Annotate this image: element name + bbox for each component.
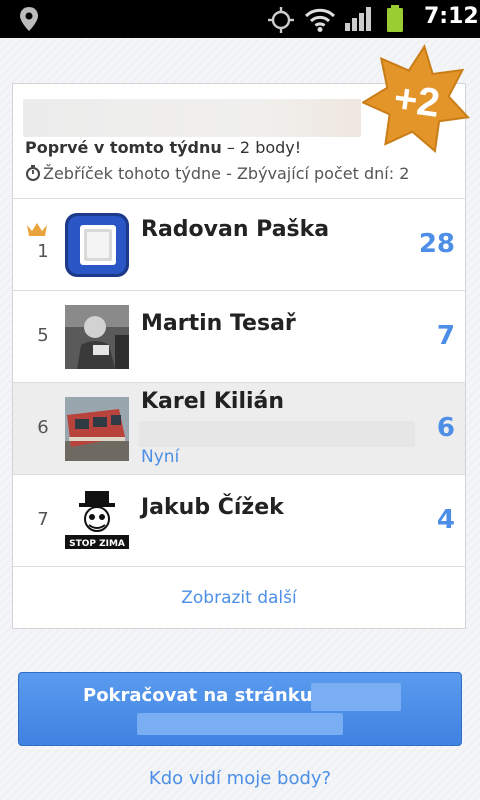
avatar (65, 213, 129, 277)
leaderboard-row-current-user[interactable]: 6 Karel Kilián Nyní 6 (13, 382, 465, 474)
leaderboard-row[interactable]: 1 Radovan Paška 28 (13, 198, 465, 290)
rank-number: 1 (37, 241, 49, 262)
blurred-page-name-2 (137, 713, 343, 735)
who-sees-points-link[interactable]: Kdo vidí moje body? (0, 768, 480, 789)
rank-number: 6 (37, 417, 49, 438)
rank-number: 7 (37, 509, 49, 530)
first-week-text: Poprvé v tomto týdnu – 2 body! (25, 138, 302, 157)
status-bar: 7:12 (0, 0, 480, 38)
avatar-caption: STOP ZIMA (69, 539, 125, 549)
clock: 7:12 (424, 4, 479, 29)
badge-text: +2 (391, 76, 442, 126)
user-name: Radovan Paška (141, 217, 330, 242)
user-name: Martin Tesař (141, 311, 296, 336)
battery-icon (387, 5, 403, 32)
continue-button[interactable]: Pokračovat na stránku (18, 672, 462, 746)
gps-icon (268, 7, 294, 33)
user-name: Jakub Čížek (141, 495, 284, 520)
score: 28 (418, 229, 455, 259)
leaderboard-row[interactable]: 7 STOP ZIMA Jakub Čížek 4 (13, 474, 465, 566)
blurred-status (139, 421, 415, 447)
signal-strength-icon (345, 7, 371, 31)
score: 6 (436, 413, 455, 443)
crown-icon (27, 223, 47, 236)
leaderboard-card: Poprvé v tomto týdnu – 2 body! Žebříček … (12, 83, 466, 629)
score: 4 (436, 505, 455, 535)
location-pin-icon (20, 7, 38, 31)
blurred-title (23, 99, 361, 137)
leaderboard-row[interactable]: 5 Martin Tesař 7 (13, 290, 465, 382)
avatar (65, 305, 129, 369)
wifi-icon (304, 8, 336, 32)
stopwatch-icon (26, 165, 40, 181)
continue-button-label: Pokračovat na stránku (83, 685, 313, 706)
avatar (65, 397, 129, 461)
user-name: Karel Kilián (141, 389, 285, 414)
show-more-link[interactable]: Zobrazit další (13, 566, 465, 629)
blurred-page-name (311, 683, 401, 711)
points-badge: +2 (360, 44, 472, 154)
rank-number: 5 (37, 325, 49, 346)
status-now: Nyní (141, 447, 180, 467)
avatar: STOP ZIMA (65, 489, 129, 553)
score: 7 (436, 321, 455, 351)
weekly-ranking-text: Žebříček tohoto týdne - Zbývající počet … (25, 164, 409, 183)
